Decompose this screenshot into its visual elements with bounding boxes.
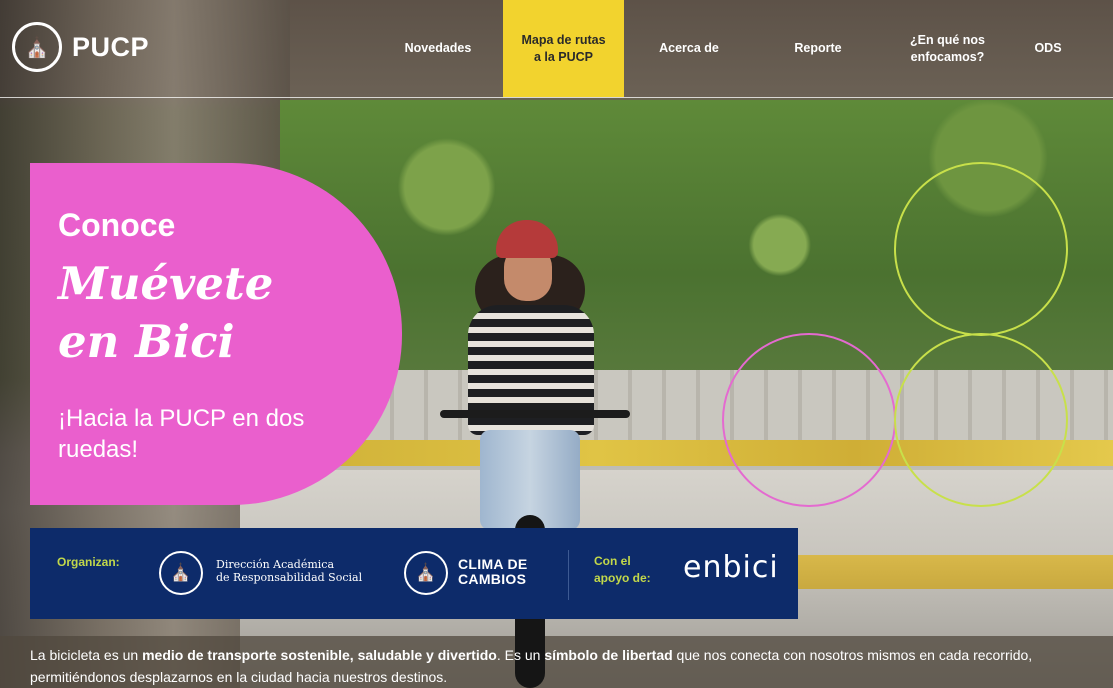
hero-card: Conoce Muévete en Bici ¡Hacia la PUCP en…: [30, 163, 402, 505]
dars-seal-icon: ⛪: [159, 551, 203, 595]
nav-enfocamos-label: ¿En qué nos enfocamos?: [910, 32, 985, 66]
intro-text-2: . Es un: [496, 647, 545, 663]
clima-seal-icon: ⛪: [404, 551, 448, 595]
clima-de-cambios-logo: CLIMA DE CAMBIOS: [458, 557, 528, 587]
apoyo-line2: apoyo de:: [594, 571, 651, 585]
decor-ring-green-bottom: [894, 333, 1068, 507]
cyclist-helmet: [496, 220, 558, 258]
dars-line2: de Responsabilidad Social: [216, 571, 363, 584]
nav-enfocamos-line2: enfocamos?: [910, 49, 985, 64]
clima-line1: CLIMA DE: [458, 556, 528, 572]
nav-novedades-label: Novedades: [404, 41, 472, 55]
sponsors-band: Organizan: ⛪ Dirección Académica de Resp…: [30, 528, 798, 619]
nav-mapa-label: Mapa de rutas a la PUCP: [521, 32, 605, 66]
nav-mapa-de-rutas[interactable]: Mapa de rutas a la PUCP: [503, 0, 624, 97]
apoyo-line1: Con el: [594, 554, 631, 568]
nav-enfocamos-line1: ¿En qué nos: [910, 32, 985, 47]
hero-kicker: Conoce: [58, 207, 176, 243]
intro-text-1: La bicicleta es un: [30, 647, 143, 663]
hero-subtitle: ¡Hacia la PUCP en dos ruedas!: [58, 405, 305, 463]
nav-mapa-line2: a la PUCP: [533, 49, 594, 64]
clima-line2: CAMBIOS: [458, 571, 527, 587]
pucp-logo-link[interactable]: ⛪ PUCP: [12, 22, 149, 72]
background-curb: [790, 555, 1113, 589]
pucp-seal-icon: ⛪: [12, 22, 62, 72]
nav-novedades[interactable]: Novedades: [392, 0, 484, 97]
intro-paragraph: La bicicleta es un medio de transporte s…: [30, 644, 1090, 688]
hero-title-line2: en Bici: [58, 315, 235, 368]
intro-bold-1: medio de transporte sostenible, saludabl…: [142, 647, 497, 663]
nav-mapa-line1: Mapa de rutas: [521, 32, 606, 47]
nav-reporte[interactable]: Reporte: [775, 0, 861, 97]
nav-ods-label: ODS: [1034, 41, 1062, 55]
bike-handlebar: [440, 410, 630, 418]
apoyo-label: Con el apoyo de:: [594, 553, 651, 587]
intro-bold-2: símbolo de libertad: [544, 647, 673, 663]
enbici-logo: enbici: [683, 550, 779, 585]
nav-acerca-label: Acerca de: [659, 41, 719, 55]
decor-ring-green-top: [894, 162, 1068, 336]
hero-title-line1: Muévete: [58, 257, 274, 310]
decor-ring-pink: [722, 333, 896, 507]
brand-name: PUCP: [72, 31, 150, 62]
organizan-label: Organizan:: [57, 555, 120, 569]
nav-acerca-de[interactable]: Acerca de: [644, 0, 734, 97]
dars-line1: Dirección Académica: [216, 558, 335, 571]
nav-en-que-nos-enfocamos[interactable]: ¿En qué nos enfocamos?: [895, 0, 1000, 97]
sponsor-divider: [568, 550, 569, 600]
hero-title: Muévete en Bici: [58, 255, 273, 371]
dars-logo-text: Dirección Académica de Responsabilidad S…: [216, 558, 362, 584]
site-header: ⛪ PUCP Novedades Mapa de rutas a la PUCP…: [0, 0, 1113, 98]
nav-ods[interactable]: ODS: [1022, 0, 1074, 97]
nav-reporte-label: Reporte: [794, 41, 842, 55]
